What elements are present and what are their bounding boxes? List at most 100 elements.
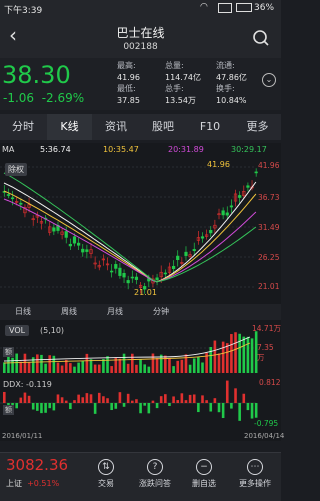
volume-bar — [77, 362, 80, 373]
volume-bar — [221, 341, 225, 373]
ddx-bar — [221, 403, 225, 419]
ddx-bar — [31, 403, 35, 410]
vol-indicator-button[interactable]: VOL — [5, 325, 30, 336]
volume-bar — [60, 365, 64, 373]
volume-bar — [126, 363, 130, 373]
tab-news[interactable]: 资讯 — [93, 114, 139, 140]
status-bar: 下午3:39 ◠ 36% — [0, 0, 281, 18]
tab-timeshare[interactable]: 分时 — [0, 114, 46, 140]
vol-tick: 14.71万 — [252, 324, 281, 333]
ddx-bar — [126, 393, 130, 403]
ddx-bar — [85, 393, 89, 403]
candle-body — [52, 227, 56, 232]
volume-bar — [85, 353, 89, 373]
candle-body — [200, 236, 205, 239]
ma20-value: 20:31.89 — [168, 145, 204, 154]
ddx-bar — [188, 394, 192, 403]
period-daily[interactable]: 日线 — [0, 304, 46, 320]
ddx-bar — [110, 403, 113, 411]
volume-bar — [184, 354, 188, 373]
ex-rights-badge[interactable]: 除权 — [5, 163, 27, 176]
candle-body — [10, 197, 15, 200]
volume-bar — [217, 353, 221, 373]
stock-name: 巴士在线 — [116, 26, 165, 40]
ddx-bar — [250, 403, 254, 419]
nav-trade[interactable]: ⇅ 交易 — [88, 459, 124, 489]
ddx-bar — [139, 403, 142, 414]
search-icon[interactable] — [252, 29, 270, 47]
ddx-bar — [192, 394, 196, 403]
ddx-bar — [64, 400, 68, 403]
ddx-bar — [217, 403, 221, 413]
candle-body — [192, 249, 196, 252]
trade-icon: ⇅ — [98, 459, 114, 475]
ddx-bar — [60, 397, 64, 403]
ddx-bar — [180, 393, 184, 403]
index-info[interactable]: 上证 +0.51% — [6, 478, 59, 489]
candle-body — [72, 236, 77, 244]
ddx-bar — [143, 403, 146, 406]
volume-bar — [201, 362, 204, 373]
ddx-bar — [52, 403, 56, 411]
volume-bar — [122, 353, 126, 373]
volume-bar — [11, 357, 14, 373]
tab-f10[interactable]: F10 — [187, 114, 233, 140]
volume-bar — [151, 353, 155, 373]
index-value[interactable]: 3082.36 — [6, 456, 68, 474]
nav-remove-watchlist[interactable]: − 删自选 — [184, 459, 224, 489]
volume-bar — [97, 364, 101, 373]
volume-bar — [118, 358, 122, 373]
volume-bar — [27, 361, 31, 373]
ddx-bar — [97, 392, 101, 403]
volume-bar — [225, 343, 229, 373]
candle-body — [118, 267, 122, 276]
ddx-bar — [197, 403, 200, 413]
volume-bar — [139, 359, 142, 373]
period-monthly[interactable]: 月线 — [92, 304, 138, 320]
quote-stats-col2: 总量: 114.74亿 总手: 13.54万 — [165, 61, 201, 105]
expand-icon[interactable]: ⌄ — [262, 73, 276, 87]
ddx-bar — [93, 403, 97, 414]
y-tick: 26.25 — [258, 253, 280, 262]
period-minute[interactable]: 分钟 — [138, 304, 184, 320]
volume-bar — [192, 358, 196, 373]
candle-body — [110, 270, 114, 273]
volume-bar — [44, 363, 47, 373]
ddx-bar — [168, 403, 171, 407]
volume-bar — [135, 364, 138, 373]
candle-body — [229, 205, 233, 208]
ddx-badge[interactable]: 额 — [3, 405, 14, 415]
vol-badge[interactable]: 额 — [3, 347, 14, 357]
ddx-bar — [147, 403, 151, 414]
volume-bar — [155, 358, 159, 373]
current-price: 38.30 — [2, 61, 71, 89]
period-weekly[interactable]: 周线 — [46, 304, 92, 320]
volume-bar — [40, 354, 43, 373]
volume-bar — [48, 355, 52, 373]
candle-body — [209, 230, 213, 234]
tab-forum[interactable]: 股吧 — [140, 114, 186, 140]
ddx-bar — [135, 399, 138, 403]
tab-kline[interactable]: K线 — [47, 114, 92, 140]
volume-bar — [213, 340, 217, 373]
candle-body — [81, 248, 85, 253]
nav-more-actions[interactable]: ⋯ 更多操作 — [232, 459, 278, 489]
volume-bar — [172, 366, 175, 373]
ddx-bar — [77, 394, 80, 403]
candle-body — [238, 195, 242, 198]
minus-icon: − — [196, 459, 212, 475]
low-marker: 21.01 — [134, 288, 157, 297]
tab-more[interactable]: 更多 — [234, 114, 281, 140]
ddx-bar — [19, 397, 23, 403]
candle-body — [155, 277, 159, 281]
volume-bar — [56, 362, 60, 373]
candle-body — [184, 251, 188, 256]
ddx-bar — [242, 393, 246, 403]
candle-body — [6, 194, 11, 196]
ddx-bar — [184, 400, 188, 403]
ma20-line — [3, 198, 257, 283]
kline-chart[interactable] — [0, 157, 281, 303]
nav-qa[interactable]: ? 涨跌问答 — [132, 459, 178, 489]
ma-legend: MA 5:36.74 10:35.47 20:31.89 30:29.17 — [2, 145, 267, 154]
battery-x-icon — [218, 3, 232, 13]
